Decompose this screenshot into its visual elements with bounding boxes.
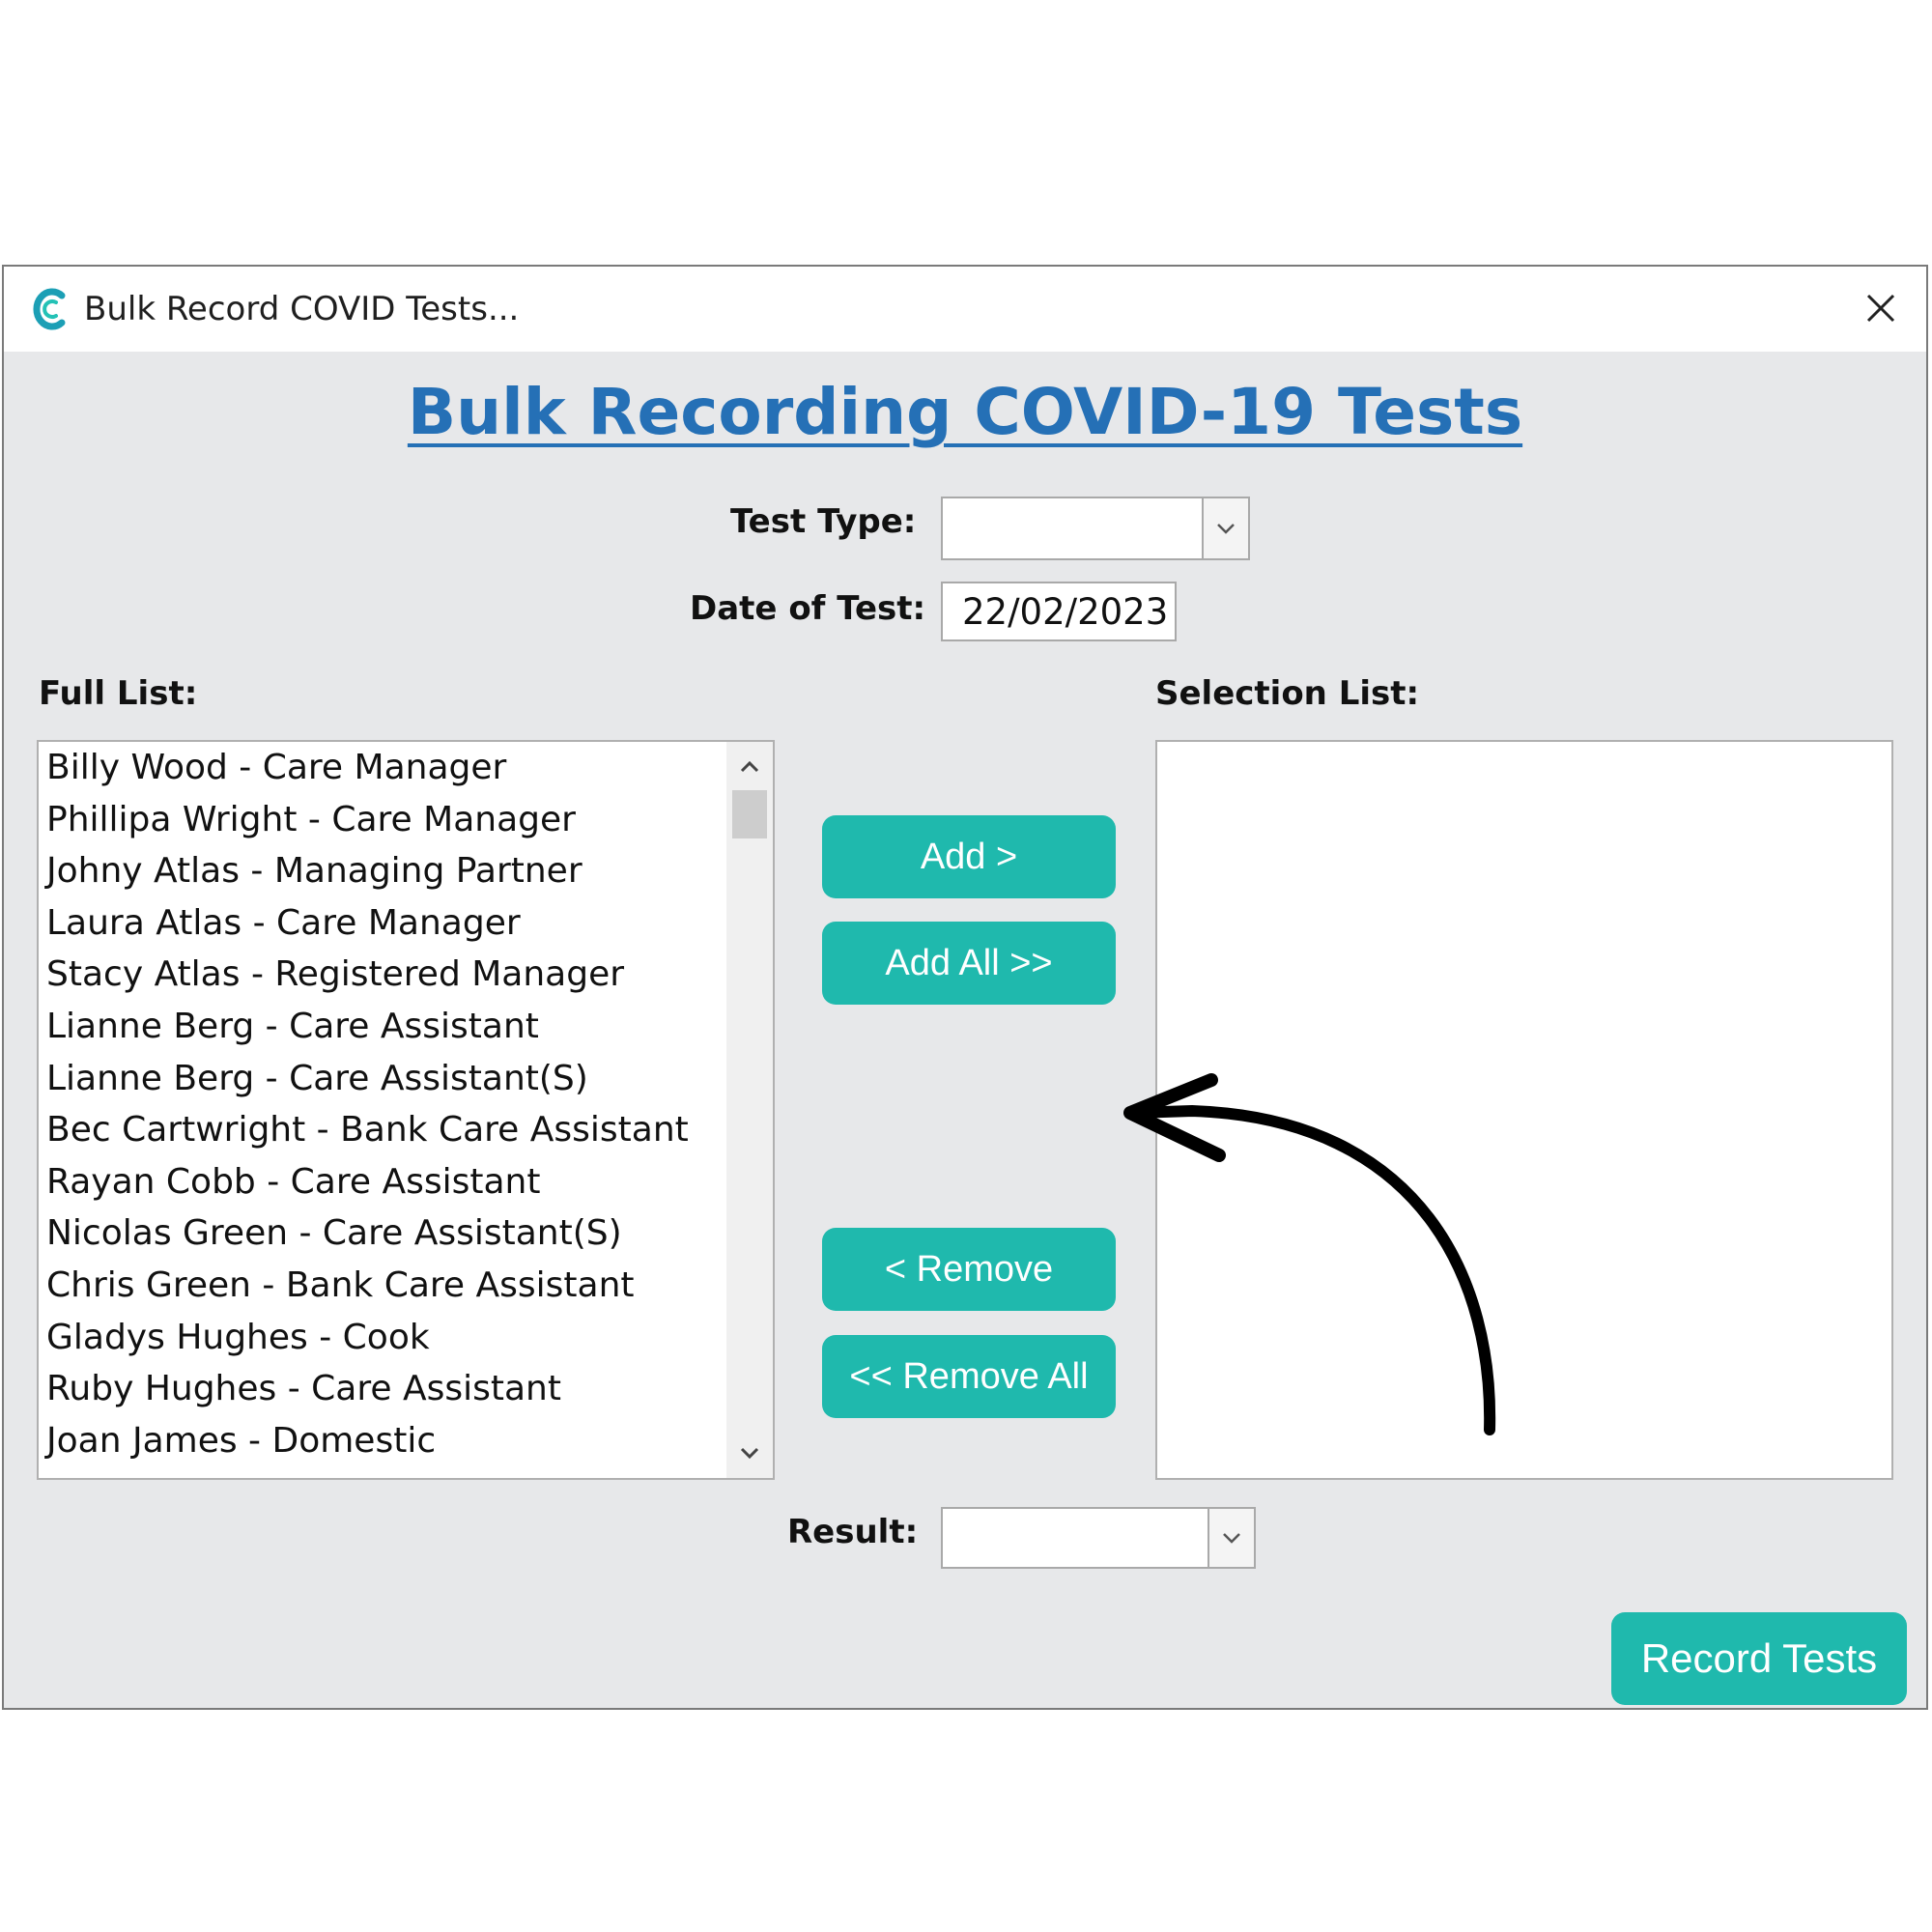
chevron-down-icon	[1217, 524, 1235, 534]
date-of-test-field[interactable]: 22/02/2023	[941, 582, 1177, 641]
list-item[interactable]: Lianne Berg - Care Assistant	[46, 1007, 539, 1059]
chevron-down-icon[interactable]	[726, 1430, 773, 1476]
window-title: Bulk Record COVID Tests...	[84, 290, 520, 328]
list-item[interactable]: Laura Atlas - Care Manager	[46, 903, 521, 955]
test-type-chevron[interactable]	[1202, 498, 1248, 558]
bulk-record-dialog: Bulk Record COVID Tests... Bulk Recordin…	[2, 265, 1928, 1710]
list-item[interactable]: Lianne Berg - Care Assistant(S)	[46, 1059, 588, 1111]
chevron-down-icon	[1223, 1533, 1240, 1544]
test-type-dropdown[interactable]	[941, 497, 1250, 560]
list-item[interactable]: Joan James - Domestic	[46, 1421, 436, 1473]
list-item[interactable]: Gladys Hughes - Cook	[46, 1318, 430, 1370]
list-item[interactable]: Bec Cartwright - Bank Care Assistant	[46, 1110, 689, 1162]
remove-button[interactable]: < Remove	[822, 1228, 1116, 1311]
page-title: Bulk Recording COVID-19 Tests	[407, 375, 1523, 449]
list-item[interactable]: Phillipa Wright - Care Manager	[46, 800, 576, 852]
test-type-label: Test Type:	[730, 502, 917, 541]
date-of-test-label: Date of Test:	[690, 589, 926, 628]
close-icon[interactable]	[1859, 286, 1903, 330]
c-logo-icon	[33, 288, 66, 330]
list-item[interactable]: Chris Green - Bank Care Assistant	[46, 1265, 635, 1318]
add-button[interactable]: Add >	[822, 815, 1116, 898]
full-list-box[interactable]: Billy Wood - Care Manager Phillipa Wright…	[37, 740, 775, 1480]
full-list-scrollbar[interactable]	[726, 742, 773, 1478]
chevron-up-icon[interactable]	[726, 744, 773, 790]
remove-all-button[interactable]: << Remove All	[822, 1335, 1116, 1418]
result-dropdown[interactable]	[941, 1507, 1256, 1569]
title-bar: Bulk Record COVID Tests...	[4, 267, 1926, 352]
add-all-button[interactable]: Add All >>	[822, 922, 1116, 1005]
list-item[interactable]: Johny Atlas - Managing Partner	[46, 851, 582, 903]
full-list-label: Full List:	[39, 674, 198, 713]
list-item[interactable]: Stacy Atlas - Registered Manager	[46, 954, 624, 1007]
result-chevron[interactable]	[1208, 1509, 1254, 1567]
list-item[interactable]: Ruby Hughes - Care Assistant	[46, 1369, 561, 1421]
list-item[interactable]: Nicolas Green - Care Assistant(S)	[46, 1213, 622, 1265]
selection-list-label: Selection List:	[1155, 674, 1420, 713]
record-tests-button[interactable]: Record Tests	[1611, 1612, 1907, 1705]
list-item[interactable]: Billy Wood - Care Manager	[46, 748, 506, 800]
annotation-arrow-icon	[1123, 1073, 1496, 1435]
scroll-thumb[interactable]	[732, 790, 767, 838]
result-label: Result:	[787, 1513, 919, 1551]
list-item[interactable]: Rayan Cobb - Care Assistant	[46, 1162, 540, 1214]
